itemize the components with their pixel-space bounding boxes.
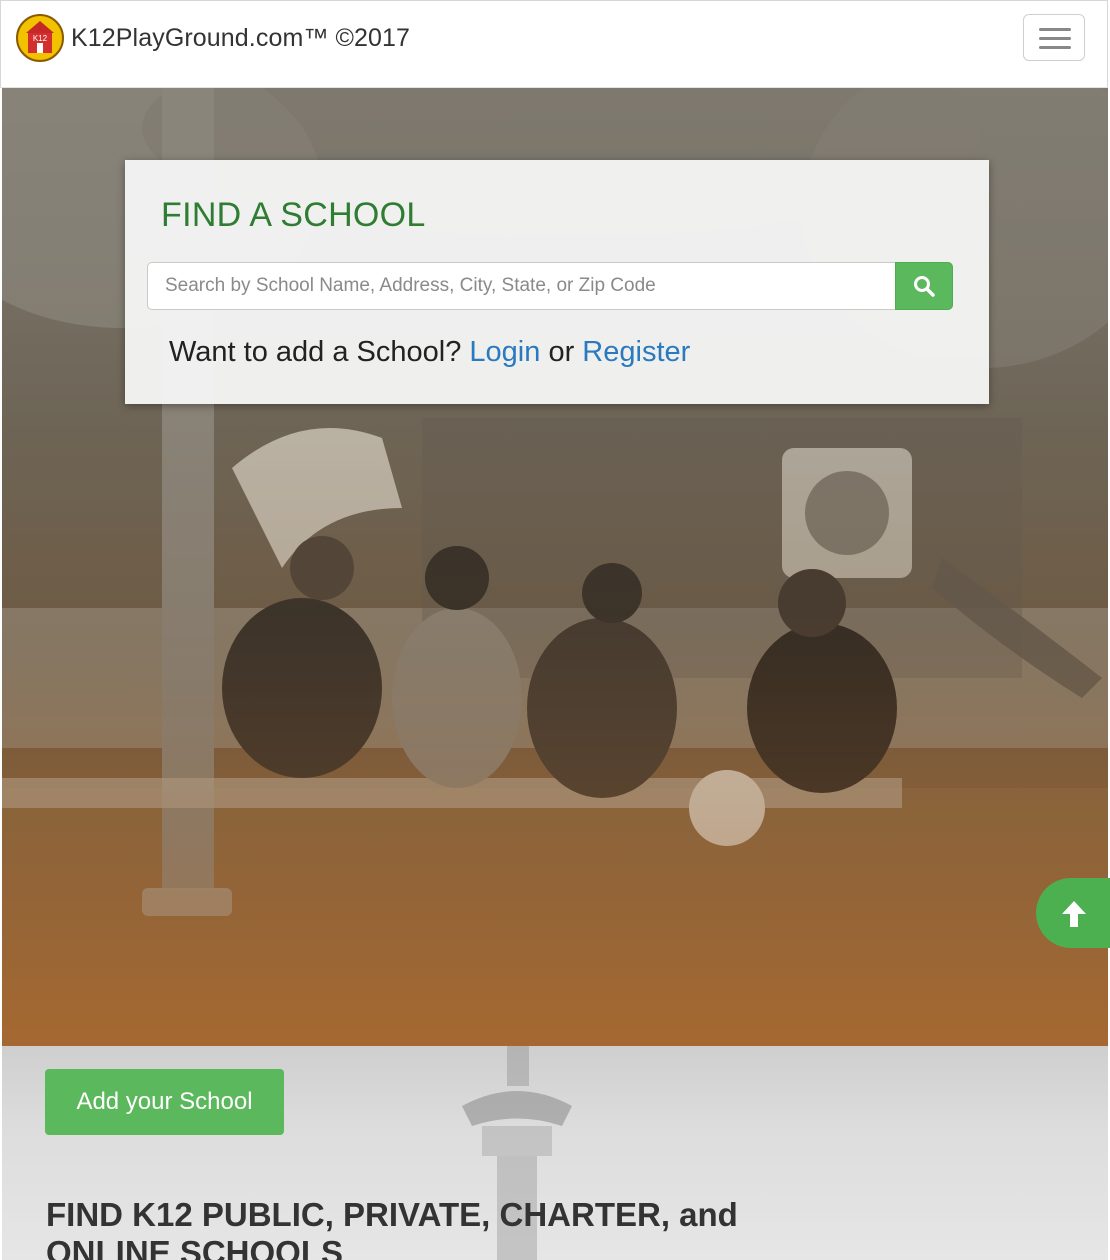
add-school-question: Want to add a School? (169, 336, 462, 368)
menu-toggle-button[interactable] (1023, 14, 1085, 61)
scroll-to-top-button[interactable] (1036, 878, 1110, 948)
logo-text: K12 (33, 34, 48, 43)
search-icon (914, 276, 935, 297)
register-link[interactable]: Register (582, 336, 690, 368)
login-link[interactable]: Login (469, 336, 540, 368)
school-search-input[interactable] (147, 262, 897, 310)
add-school-prompt: Want to add a School? Login or Register (169, 336, 690, 369)
brand-name: K12PlayGround.com™ ©2017 (71, 23, 411, 52)
k12-logo-icon: K12 (16, 14, 64, 62)
brand[interactable]: K12 K12PlayGround.com™ ©2017 (15, 13, 410, 63)
or-text: or (548, 336, 575, 368)
add-your-school-button[interactable]: Add your School (45, 1069, 284, 1135)
hero-section: FIND A SCHOOL Want to add a School? Logi… (2, 88, 1108, 1046)
search-button[interactable] (895, 262, 953, 310)
find-school-panel: FIND A SCHOOL Want to add a School? Logi… (125, 160, 989, 404)
find-school-title: FIND A SCHOOL (161, 196, 426, 234)
add-school-section: Add your School FIND K12 PUBLIC, PRIVATE… (2, 1046, 1108, 1260)
arrow-up-icon (1062, 901, 1086, 927)
top-navbar: K12 K12PlayGround.com™ ©2017 (0, 0, 1108, 88)
hamburger-menu-icon (1039, 28, 1071, 31)
school-types-heading: FIND K12 PUBLIC, PRIVATE, CHARTER, and O… (46, 1196, 738, 1260)
